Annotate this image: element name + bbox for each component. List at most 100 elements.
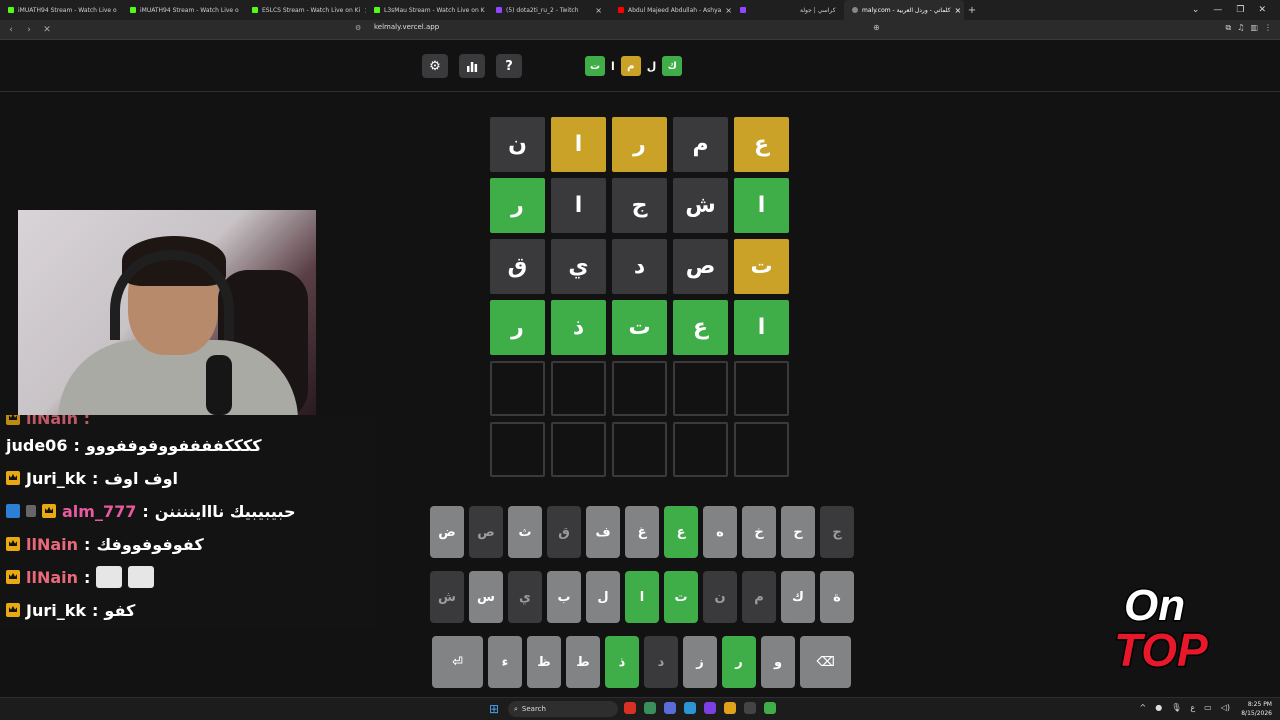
browser-tab[interactable]: كراسي | جولة [792,0,844,20]
board-tile: ر [612,117,667,172]
tray-app-icon[interactable]: ● [1155,703,1162,712]
keyboard-key[interactable]: ظ [527,636,561,688]
keyboard-key[interactable]: ي [508,571,542,623]
keyboard-key[interactable]: ج [820,506,854,558]
tab-list-icon[interactable]: ⌄ [1192,5,1200,15]
app-icon-2[interactable] [644,702,656,714]
tab-close-icon[interactable]: × [595,6,602,15]
keyboard-key[interactable]: ط [566,636,600,688]
url-field[interactable]: kelmaly.vercel.app [374,23,439,31]
keyboard-key[interactable]: د [644,636,678,688]
keyboard-key[interactable]: ذ [605,636,639,688]
keyboard-key[interactable]: و [761,636,795,688]
browser-tab[interactable]: iMUATH94 Stream - Watch Live o× [0,0,122,20]
tray-mic-icon[interactable]: 🎙 [1171,703,1181,712]
tab-close-icon[interactable]: × [955,6,962,15]
site-info-icon[interactable]: ⚙ [355,24,361,32]
crown-badge-icon [6,537,20,551]
browser-tab[interactable]: L3sMau Stream - Watch Live on K× [366,0,488,20]
media-icon[interactable]: ♫ [1237,23,1244,33]
keyboard-key[interactable]: خ [742,506,776,558]
tab-close-icon[interactable]: × [725,6,732,15]
chat-text: كفو [104,600,136,620]
backspace-key-icon[interactable]: ⌫ [800,636,851,688]
chat-username[interactable]: alm_777 [62,502,136,521]
browser-tab[interactable]: Abdul Majeed Abdullah - Ashya × [610,0,732,20]
keyboard-key[interactable]: م [742,571,776,623]
keyboard-key[interactable]: ز [683,636,717,688]
crown-badge-icon [6,603,20,617]
board-tile: ق [490,239,545,294]
settings-gear-icon[interactable]: ⚙ [422,54,448,78]
tray-lang-icon[interactable]: ع [1190,703,1195,712]
keyboard-key[interactable]: ض [430,506,464,558]
minimize-icon[interactable]: — [1213,5,1222,15]
app-icon-4[interactable] [684,702,696,714]
chat-username[interactable]: Juri_kk [26,601,86,620]
help-question-icon[interactable]: ? [496,54,522,78]
keyboard-row-3: ⌫ و ر ز د ذ ط ظ ء ⏎ [432,636,851,688]
menu-icon[interactable]: ⋮ [1264,23,1272,33]
chat-username[interactable]: llNain [26,535,78,554]
logo-letter: ل [646,59,657,73]
clock-time: 8:25 PM [1247,701,1272,708]
forward-icon[interactable]: › [22,25,36,35]
sidebar-icon[interactable]: ▥ [1250,23,1258,33]
browser-tab[interactable]: ESLCS Stream - Watch Live on Ki× [244,0,366,20]
crown-badge-icon [6,471,20,485]
app-icon-5[interactable] [704,702,716,714]
browser-tab[interactable]: (5) dota2ti_ru_2 - Twitch × [488,0,610,20]
tab-title: iMUATH94 Stream - Watch Live o [18,6,117,14]
file-explorer-icon[interactable] [724,702,736,714]
browser-tab[interactable] [732,0,792,20]
windows-start-icon[interactable]: ⊞ [489,702,499,716]
keyboard-key[interactable]: ث [508,506,542,558]
keyboard-key[interactable]: ه [703,506,737,558]
keyboard-key[interactable]: ق [547,506,581,558]
tray-volume-icon[interactable]: ◁) [1221,703,1230,712]
extensions-icon[interactable]: ⧉ [1226,23,1232,33]
browser-tab[interactable]: iMUATH94 Stream - Watch Live o× [122,0,244,20]
keyboard-key[interactable]: ا [625,571,659,623]
close-window-icon[interactable]: ✕ [1258,5,1266,15]
board-tile [673,361,728,416]
terminal-icon[interactable] [744,702,756,714]
app-icon-8[interactable] [764,702,776,714]
keyboard-key[interactable]: ة [820,571,854,623]
chat-separator: : [84,534,91,554]
new-tab-icon[interactable]: + [964,5,980,16]
keyboard-key[interactable]: ن [703,571,737,623]
back-icon[interactable]: ‹ [4,25,18,35]
brave-browser-icon[interactable] [624,702,636,714]
keyboard-key[interactable]: ت [664,571,698,623]
keyboard-key[interactable]: ر [722,636,756,688]
taskbar-clock[interactable]: 8:25 PM 8/15/2026 [1241,700,1272,718]
zoom-icon[interactable]: ⊕ [873,23,880,32]
keyboard-key[interactable]: ع [664,506,698,558]
stop-loading-icon[interactable]: ✕ [40,25,54,35]
restore-icon[interactable]: ❐ [1236,5,1244,15]
discord-icon[interactable] [664,702,676,714]
keyboard-key[interactable]: ل [586,571,620,623]
chat-username[interactable]: jude06 [6,436,67,455]
keyboard-key[interactable]: ص [469,506,503,558]
board-tile: ي [551,239,606,294]
stats-chart-icon[interactable] [459,54,485,78]
taskbar-search[interactable]: ⌕ Search [508,701,618,717]
keyboard-key[interactable]: ب [547,571,581,623]
keyboard-key[interactable]: ح [781,506,815,558]
keyboard-key[interactable]: ء [488,636,522,688]
chat-text: ككككففففووفوففووو [85,435,262,455]
keyboard-key[interactable]: س [469,571,503,623]
browser-tab-active[interactable]: maly.com - كلماتي - وردل العربية × [844,0,964,20]
chat-username[interactable]: llNain [26,568,78,587]
keyboard-key[interactable]: غ [625,506,659,558]
keyboard-key[interactable]: ف [586,506,620,558]
keyboard-key[interactable]: ك [781,571,815,623]
tab-title: Abdul Majeed Abdullah - Ashya [628,6,722,14]
enter-key-icon[interactable]: ⏎ [432,636,483,688]
keyboard-key[interactable]: ش [430,571,464,623]
tray-chevron-icon[interactable]: ^ [1140,703,1147,712]
chat-username[interactable]: Juri_kk [26,469,86,488]
tray-network-icon[interactable]: ▭ [1204,703,1212,712]
